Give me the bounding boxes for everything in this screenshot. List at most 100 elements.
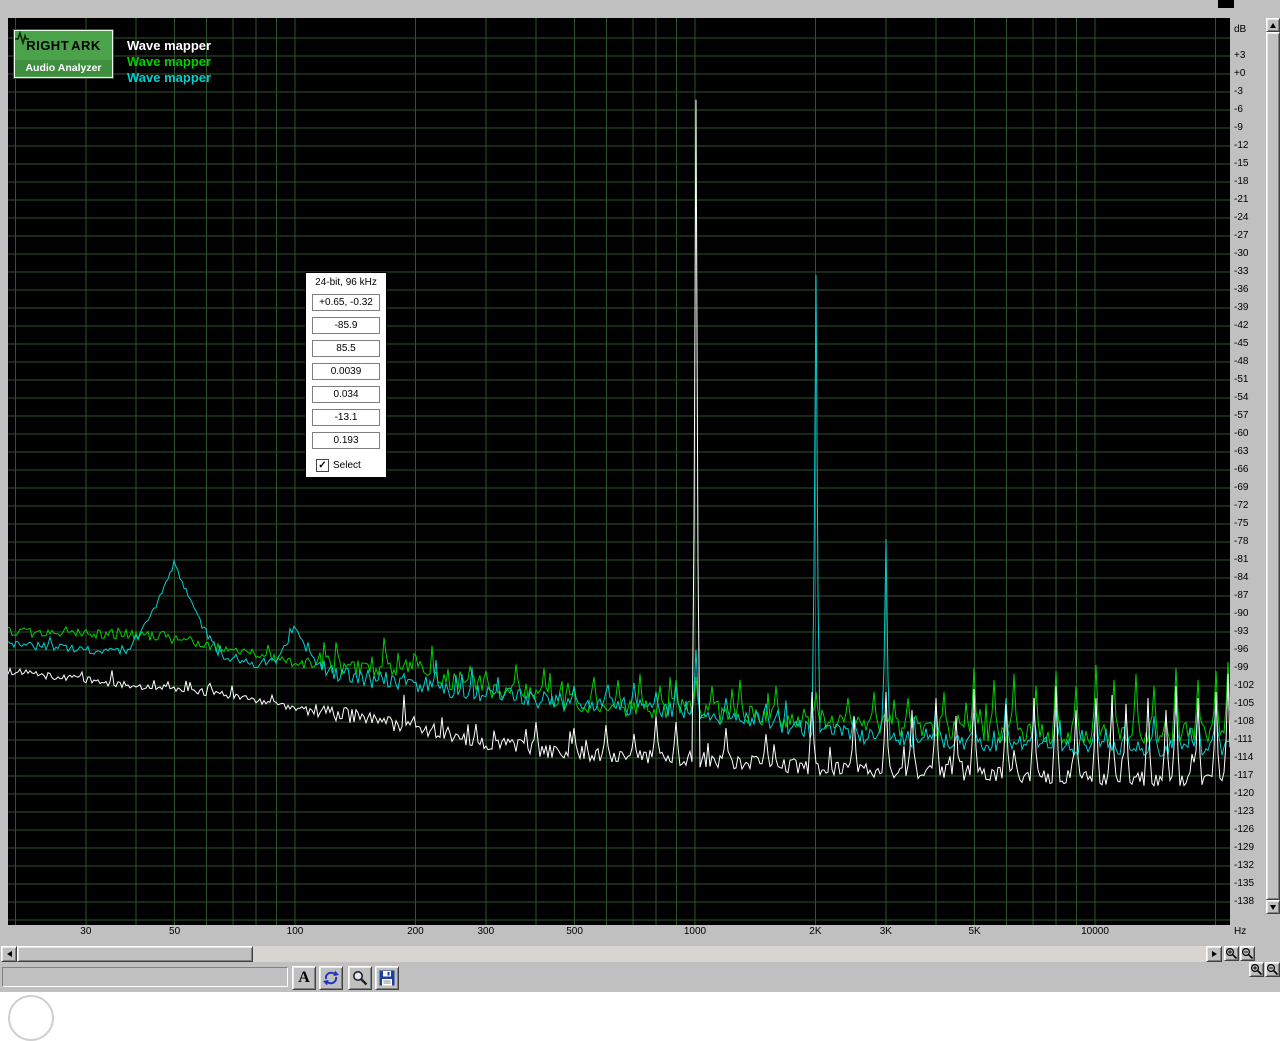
- db-tick-label: -138: [1234, 896, 1255, 907]
- font-button[interactable]: A: [292, 966, 316, 990]
- db-tick-label: -126: [1234, 824, 1255, 835]
- magnifier-minus-icon: [1266, 963, 1279, 976]
- analyzer-window: RIGHT ARK Audio Analyzer Wave mapper Wave…: [0, 0, 1280, 992]
- magnifier-icon: [353, 971, 368, 986]
- db-tick-label: -45: [1234, 338, 1249, 349]
- db-tick-label: -15: [1234, 158, 1249, 169]
- frequency-tick-label: 10000: [1081, 926, 1109, 937]
- db-tick-label: -48: [1234, 356, 1249, 367]
- letter-a-icon: A: [298, 969, 310, 986]
- db-tick-label: -24: [1234, 212, 1249, 223]
- scroll-up-button[interactable]: [1266, 18, 1280, 32]
- db-tick-label: -114: [1234, 752, 1254, 763]
- magnifier-plus-icon: [1225, 947, 1238, 960]
- db-tick-label: -51: [1234, 374, 1249, 385]
- spectrum-chart: [8, 18, 1230, 925]
- horizontal-scroll-track[interactable]: [17, 946, 1206, 962]
- db-tick-label: -6: [1234, 104, 1243, 115]
- db-tick-label: -42: [1234, 320, 1249, 331]
- db-tick-label: -90: [1234, 608, 1249, 619]
- select-row: ✓ Select: [316, 459, 386, 472]
- db-tick-label: -135: [1234, 878, 1255, 889]
- frequency-axis: 30 50 100 200 300 500 1000 2K 3K 5K 10000: [8, 926, 1230, 942]
- floppy-icon: [379, 970, 395, 986]
- save-button[interactable]: [375, 966, 399, 990]
- vertical-scroll-track[interactable]: [1266, 32, 1280, 900]
- left-arrow-icon: [6, 951, 12, 957]
- zoom-tool-button[interactable]: [348, 966, 372, 990]
- db-tick-label: -117: [1234, 770, 1254, 781]
- horizontal-scrollbar[interactable]: [1, 946, 1222, 962]
- db-tick-label: -9: [1234, 122, 1243, 133]
- db-tick-label: -111: [1234, 734, 1253, 745]
- measurement-value: 0.193: [312, 432, 380, 449]
- refresh-icon: [323, 970, 339, 986]
- select-label: Select: [333, 460, 361, 471]
- db-unit-label: dB: [1234, 24, 1247, 35]
- db-tick-label: -54: [1234, 392, 1249, 403]
- db-tick-label: -84: [1234, 572, 1249, 583]
- db-tick-label: -18: [1234, 176, 1249, 187]
- db-tick-label: -120: [1234, 788, 1255, 799]
- frequency-tick-label: 3K: [879, 926, 892, 937]
- refresh-button[interactable]: [319, 966, 343, 990]
- vertical-scrollbar[interactable]: [1266, 18, 1280, 914]
- hz-unit-label: Hz: [1234, 926, 1247, 937]
- scroll-right-button[interactable]: [1206, 946, 1222, 962]
- zoom-out-vertical-button[interactable]: [1265, 962, 1280, 977]
- db-tick-label: -27: [1234, 230, 1249, 241]
- db-tick-label: +3: [1234, 50, 1246, 61]
- db-tick-label: -75: [1234, 518, 1249, 529]
- db-tick-label: -63: [1234, 446, 1249, 457]
- db-tick-label: -69: [1234, 482, 1249, 493]
- frequency-tick-label: 2K: [809, 926, 822, 937]
- db-tick-label: -99: [1234, 662, 1249, 673]
- zoom-out-horizontal-button[interactable]: [1240, 946, 1255, 961]
- background-circle-artifact: [8, 995, 54, 1041]
- db-tick-label: -129: [1234, 842, 1255, 853]
- measurement-value: 0.0039: [312, 363, 380, 380]
- db-tick-label: -87: [1234, 590, 1249, 601]
- legend-item: Wave mapper: [127, 54, 212, 69]
- zoom-in-vertical-button[interactable]: [1249, 962, 1264, 977]
- down-arrow-icon: [1270, 904, 1276, 910]
- measurement-value: 0.034: [312, 386, 380, 403]
- window-corner-block: [1218, 0, 1234, 8]
- frequency-tick-label: 100: [286, 926, 304, 937]
- db-tick-label: -12: [1234, 140, 1249, 151]
- frequency-tick-label: 30: [80, 926, 92, 937]
- select-checkbox[interactable]: ✓: [316, 459, 329, 472]
- db-tick-label: -39: [1234, 302, 1249, 313]
- zoom-in-horizontal-button[interactable]: [1224, 946, 1239, 961]
- db-tick-label: -108: [1234, 716, 1255, 727]
- scroll-down-button[interactable]: [1266, 900, 1280, 914]
- spectrum-plot-area[interactable]: RIGHT ARK Audio Analyzer Wave mapper Wave…: [8, 18, 1230, 925]
- frequency-tick-label: 300: [477, 926, 495, 937]
- rightmark-logo: RIGHT ARK Audio Analyzer: [13, 29, 114, 79]
- db-tick-label: -81: [1234, 554, 1249, 565]
- measurement-value: -13.1: [312, 409, 380, 426]
- measurement-value: 85.5: [312, 340, 380, 357]
- logo-subtitle: Audio Analyzer: [15, 60, 112, 76]
- frequency-tick-label: 1000: [683, 926, 707, 937]
- logo-text-ark: ARK: [71, 38, 101, 53]
- db-tick-label: -36: [1234, 284, 1249, 295]
- magnifier-minus-icon: [1241, 947, 1254, 960]
- measurement-value: -85.9: [312, 317, 380, 334]
- scroll-left-button[interactable]: [1, 946, 17, 962]
- db-tick-label: -21: [1234, 194, 1249, 205]
- legend-item: Wave mapper: [127, 70, 212, 85]
- db-tick-label: -105: [1234, 698, 1255, 709]
- db-tick-label: -3: [1234, 86, 1243, 97]
- status-bar: Cursor: 2488 Hz, left = -117.53 dB, righ…: [2, 967, 288, 987]
- db-tick-label: -132: [1234, 860, 1255, 871]
- frequency-tick-label: 5K: [968, 926, 981, 937]
- magnifier-plus-icon: [1250, 963, 1263, 976]
- logo-title-row: RIGHT ARK: [15, 31, 112, 60]
- vertical-scroll-thumb[interactable]: [1266, 32, 1280, 900]
- measurement-panel[interactable]: 24-bit, 96 kHz +0.65, -0.32 -85.9 85.5 0.00…: [305, 272, 387, 478]
- legend-item: Wave mapper: [127, 38, 212, 53]
- horizontal-scroll-thumb[interactable]: [17, 946, 253, 962]
- db-tick-label: -72: [1234, 500, 1249, 511]
- db-tick-label: -96: [1234, 644, 1249, 655]
